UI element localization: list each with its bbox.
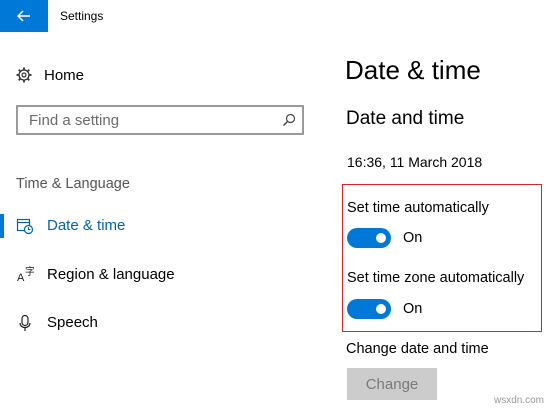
sidebar-item-region-language[interactable]: A 字 Region & language (0, 261, 320, 289)
gear-icon (16, 67, 32, 83)
search-icon[interactable] (282, 113, 296, 127)
sidebar-item-label: Region & language (47, 266, 175, 283)
search-placeholder: Find a setting (29, 112, 120, 129)
selection-indicator (0, 214, 4, 238)
current-datetime: 16:36, 11 March 2018 (347, 154, 483, 170)
section-label: Time & Language (16, 176, 130, 192)
sidebar-item-label: Date & time (47, 217, 126, 234)
svg-text:A: A (17, 272, 25, 284)
sidebar-item-label: Speech (47, 314, 98, 331)
home-link[interactable]: Home (16, 64, 84, 86)
search-input[interactable]: Find a setting (16, 105, 304, 135)
toggle-knob (376, 304, 386, 314)
sidebar-item-speech[interactable]: Speech (0, 309, 320, 337)
back-arrow-icon (17, 10, 30, 22)
change-date-time-label: Change date and time (346, 341, 489, 357)
window-title: Settings (60, 9, 104, 23)
language-icon: A 字 (17, 266, 34, 284)
set-time-auto-state: On (403, 230, 423, 246)
sidebar-item-date-time[interactable]: Date & time (0, 212, 320, 240)
watermark: wsxdn.com (493, 395, 544, 406)
change-button[interactable]: Change (347, 368, 437, 400)
set-timezone-auto-state: On (403, 301, 423, 317)
home-label: Home (44, 66, 85, 84)
page-title: Date & time (345, 55, 481, 85)
set-time-auto-label: Set time automatically (347, 200, 489, 216)
set-timezone-auto-toggle[interactable] (347, 299, 391, 319)
section-heading: Date and time (346, 108, 465, 129)
svg-text:字: 字 (25, 266, 34, 278)
calendar-clock-icon (16, 218, 34, 235)
toggle-knob (376, 233, 386, 243)
set-timezone-auto-label: Set time zone automatically (347, 270, 525, 286)
back-button[interactable] (0, 0, 48, 32)
title-bar: Settings (0, 0, 550, 32)
set-time-auto-toggle[interactable] (347, 228, 391, 248)
microphone-icon (19, 314, 31, 331)
